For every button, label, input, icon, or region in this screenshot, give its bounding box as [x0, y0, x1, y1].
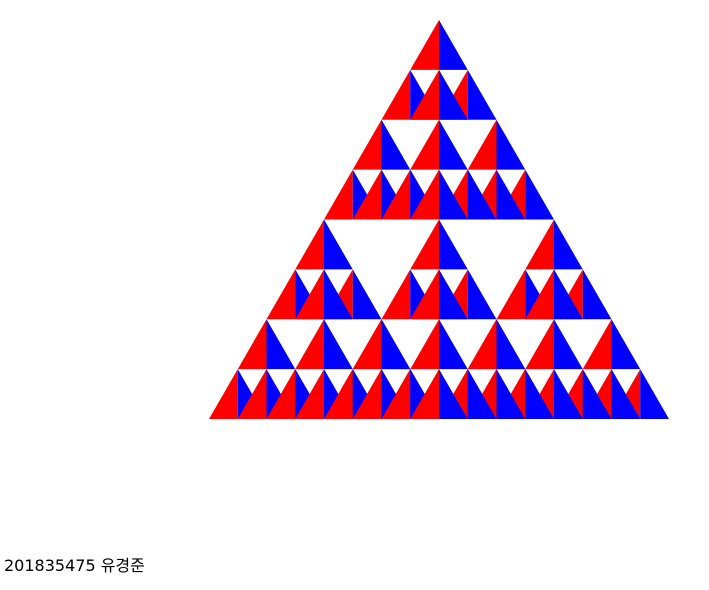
left-face-triangle: [410, 119, 439, 170]
left-face-triangle: [496, 269, 526, 320]
right-face-triangle: [525, 169, 554, 220]
student-id-name-caption: 201835475 유경준: [4, 556, 145, 575]
right-face-triangle: [640, 369, 669, 419]
right-face-triangle: [324, 319, 353, 370]
left-face-triangle: [295, 219, 324, 270]
right-face-triangle: [381, 119, 411, 170]
right-face-triangle: [266, 319, 296, 370]
right-face-triangle: [496, 319, 526, 370]
right-face-triangle: [439, 219, 468, 270]
left-face-triangle: [582, 319, 612, 370]
left-face-triangle: [324, 169, 353, 220]
right-face-triangle: [352, 269, 382, 320]
right-face-triangle: [467, 269, 497, 320]
right-face-triangle: [439, 319, 468, 370]
right-face-triangle: [554, 219, 583, 270]
left-face-triangle: [410, 319, 439, 370]
left-face-triangle: [237, 319, 267, 370]
left-face-triangle: [525, 319, 554, 370]
right-face-triangle: [439, 20, 468, 70]
left-face-triangle: [381, 69, 411, 120]
left-face-triangle: [352, 319, 382, 370]
left-face-triangle: [352, 119, 382, 170]
right-face-triangle: [554, 319, 583, 370]
left-face-triangle: [295, 319, 324, 370]
left-face-triangle: [525, 219, 554, 270]
right-face-triangle: [467, 69, 497, 120]
right-face-triangle: [324, 219, 353, 270]
left-face-triangle: [266, 269, 296, 320]
sierpinski-gasket-canvas: [209, 20, 669, 419]
left-face-triangle: [467, 119, 497, 170]
page: 201835475 유경준: [0, 0, 709, 590]
right-face-triangle: [381, 319, 411, 370]
left-face-triangle: [209, 369, 238, 419]
right-face-triangle: [611, 319, 641, 370]
right-face-triangle: [439, 119, 468, 170]
left-face-triangle: [410, 20, 439, 70]
left-face-triangle: [381, 269, 411, 320]
left-face-triangle: [467, 319, 497, 370]
left-face-triangle: [410, 219, 439, 270]
right-face-triangle: [582, 269, 612, 320]
right-face-triangle: [496, 119, 526, 170]
